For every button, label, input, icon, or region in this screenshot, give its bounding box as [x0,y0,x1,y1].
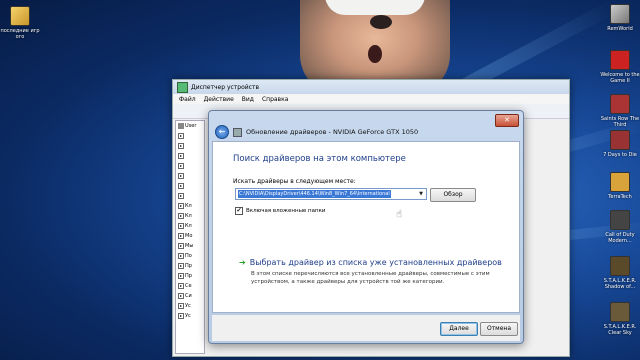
pick-from-list-description: В этом списке перечисляются все установл… [251,271,490,285]
folder-icon [10,6,30,26]
include-subfolders-checkbox[interactable]: ✔ [235,207,243,215]
game-icon [610,256,630,276]
tree-item[interactable]: ▸ [176,151,204,161]
dialog-content: Поиск драйверов на этом компьютере Искат… [212,141,520,313]
eye-patch-shape [370,15,392,29]
tree-root[interactable]: User [176,121,204,131]
tree-item[interactable]: ▸ [176,181,204,191]
game-icon [610,94,630,114]
expand-icon[interactable]: ▸ [178,213,184,219]
tree-item[interactable]: ▸ Пр [176,261,204,271]
driver-path-value[interactable]: C:\NVIDIA\DisplayDriver\446.14\Win8_Win7… [238,190,391,198]
next-button[interactable]: Далее [440,322,478,336]
hand-cursor-icon: ☝ [396,209,403,220]
tree-item[interactable]: ▸ Мо [176,231,204,241]
update-driver-dialog: ✕ ← Обновление драйверов - NVIDIA GeForc… [208,110,524,344]
window-title: Диспетчер устройств [191,83,260,91]
menu-file[interactable]: Файл [179,96,196,103]
driver-path-combobox[interactable]: C:\NVIDIA\DisplayDriver\446.14\Win8_Win7… [235,188,427,200]
tree-item[interactable]: ▸ Кл [176,221,204,231]
expand-icon[interactable]: ▸ [178,283,184,289]
back-arrow-icon[interactable]: ← [215,125,229,139]
expand-icon[interactable]: ▸ [178,223,184,229]
game-icon [610,302,630,322]
expand-icon[interactable]: ▸ [178,243,184,249]
desktop-icon[interactable]: последние игр ого [0,6,40,40]
display-adapter-icon [233,127,242,137]
search-location-label: Искать драйверы в следующем месте: [233,178,356,185]
include-subfolders-label: Включая вложенные папки [246,208,326,214]
desktop-icon-welcome[interactable]: Welcome to the Game II [600,50,640,84]
tree-item[interactable]: ▸ Кл [176,201,204,211]
desktop-icon-saints-row[interactable]: Saints Row The Third [600,94,640,128]
computer-icon [178,123,184,129]
tree-item[interactable]: ▸ [176,171,204,181]
expand-icon[interactable]: ▸ [178,163,184,169]
mouth-shape [368,45,382,63]
expand-icon[interactable]: ▸ [178,253,184,259]
close-button[interactable]: ✕ [495,114,519,127]
device-manager-titlebar[interactable]: Диспетчер устройств [173,80,569,94]
tree-item[interactable]: ▸ Кл [176,211,204,221]
tree-item[interactable]: ▸ Пр [176,271,204,281]
expand-icon[interactable]: ▸ [178,143,184,149]
tree-item[interactable]: ▸ [176,141,204,151]
menu-view[interactable]: Вид [242,96,254,103]
chevron-down-icon[interactable]: ▼ [417,190,425,198]
device-tree[interactable]: User ▸ ▸ ▸ ▸ ▸ ▸ ▸ ▸ Кл ▸ Кл ▸ Кл ▸ Мо ▸ Мы ▸… [175,120,205,354]
menu-help[interactable]: Справка [262,96,288,103]
tree-item[interactable]: ▸ Се [176,281,204,291]
expand-icon[interactable]: ▸ [178,193,184,199]
expand-icon[interactable]: ▸ [178,313,184,319]
tree-item[interactable]: ▸ Си [176,291,204,301]
desktop-icon-cod[interactable]: Call of Duty Modern... [600,210,640,244]
menu-action[interactable]: Действие [204,96,234,103]
expand-icon[interactable]: ▸ [178,183,184,189]
game-icon [610,130,630,150]
dialog-heading: Поиск драйверов на этом компьютере [233,154,406,164]
expand-icon[interactable]: ▸ [178,273,184,279]
desktop-icon-terratech[interactable]: TerraTech [600,172,640,200]
game-icon [610,4,630,24]
expand-icon[interactable]: ▸ [178,153,184,159]
game-icon [610,210,630,230]
device-manager-icon [177,81,188,93]
include-subfolders-option[interactable]: ✔ Включая вложенные папки [235,207,326,215]
tree-item[interactable]: ▸ [176,131,204,141]
tree-item[interactable]: ▸ Ус [176,301,204,311]
cap-shape [325,0,425,15]
tree-item[interactable]: ▸ По [176,251,204,261]
dialog-header: ← Обновление драйверов - NVIDIA GeForce … [215,125,418,139]
desktop-icon-stalker-clear-sky[interactable]: S.T.A.L.K.E.R. Clear Sky [600,302,640,336]
game-icon [610,172,630,192]
tree-item[interactable]: ▸ Ус [176,311,204,321]
pick-from-list-title[interactable]: Выбрать драйвер из списка уже установлен… [250,258,502,267]
game-icon [610,50,630,70]
expand-icon[interactable]: ▸ [178,303,184,309]
cancel-button[interactable]: Отмена [480,322,518,336]
menu-bar: Файл Действие Вид Справка [173,94,569,104]
desktop-icon-stalker-shadow[interactable]: S.T.A.L.K.E.R. Shadow of... [600,256,640,290]
expand-icon[interactable]: ▸ [178,263,184,269]
tree-item[interactable]: ▸ Мы [176,241,204,251]
green-arrow-icon: ➔ [239,258,246,267]
dialog-title: Обновление драйверов - NVIDIA GeForce GT… [246,128,419,136]
dialog-footer: Далее Отмена [212,315,520,341]
expand-icon[interactable]: ▸ [178,293,184,299]
expand-icon[interactable]: ▸ [178,173,184,179]
tree-item[interactable]: ▸ [176,161,204,171]
desktop-icon-7-days[interactable]: 7 Days to Die [600,130,640,158]
expand-icon[interactable]: ▸ [178,133,184,139]
browse-button[interactable]: Обзор [430,188,476,202]
pick-from-list-link[interactable]: ➔ Выбрать драйвер из списка уже установл… [239,258,502,267]
expand-icon[interactable]: ▸ [178,233,184,239]
expand-icon[interactable]: ▸ [178,203,184,209]
tree-item[interactable]: ▸ [176,191,204,201]
desktop-icon-remworld[interactable]: RemWorld [600,4,640,32]
